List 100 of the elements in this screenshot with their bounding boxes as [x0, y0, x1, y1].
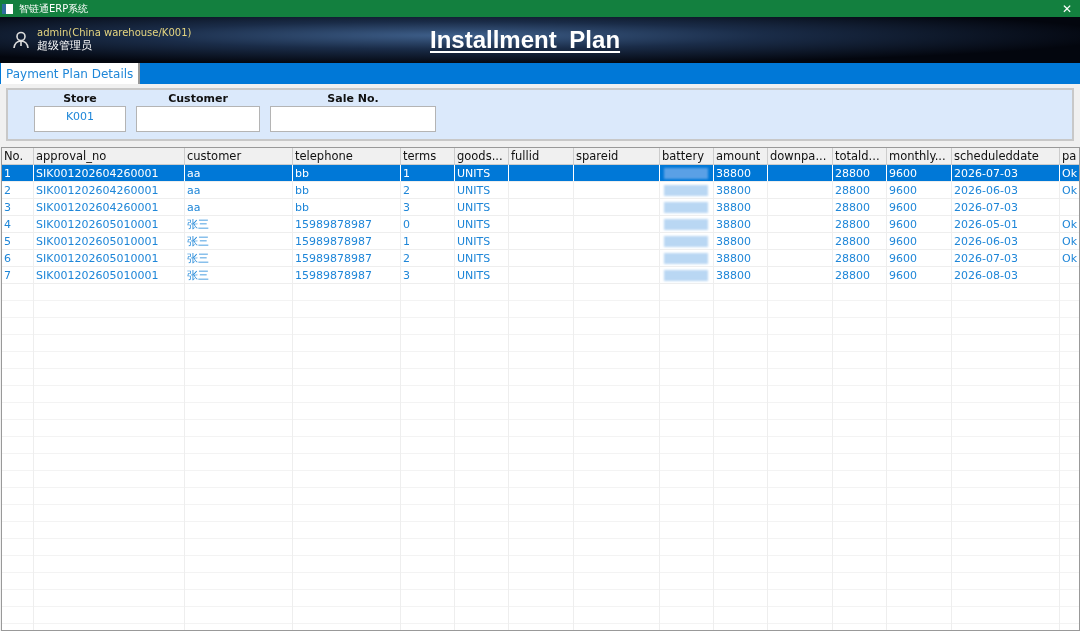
filter-label: Sale No.	[327, 92, 379, 105]
table-cell-text: 38800	[715, 216, 752, 232]
table-cell-text: 张三	[186, 233, 210, 249]
table-cell-text: 15989878987	[294, 250, 373, 266]
table-cell-text: 2	[402, 250, 411, 266]
blurred-value	[664, 269, 708, 281]
table-cell-text: 张三	[186, 250, 210, 266]
table-cell-text: aa	[186, 165, 202, 181]
user-name: admin(China warehouse/K001)	[37, 27, 192, 38]
table-cell-text: 3	[3, 199, 12, 215]
column-header[interactable]: totald...	[833, 148, 887, 165]
table-cell-text: UNITS	[456, 165, 492, 181]
table-cell-text: 3	[402, 199, 411, 215]
table-cell-text: 2026-05-01	[953, 216, 1019, 232]
user-icon	[12, 31, 30, 49]
column-header[interactable]: spareid	[574, 148, 660, 165]
app-icon	[2, 3, 13, 14]
table-row[interactable]: 6 SIK001202605010001 张三 15989878987 2 UNITS 38800 28800 9600 2026-07-03 Ok	[2, 250, 1079, 267]
table-cell-text: 38800	[715, 199, 752, 215]
blurred-value	[664, 201, 708, 213]
table-cell-text: 38800	[715, 250, 752, 266]
table-row[interactable]: 4 SIK001202605010001 张三 15989878987 0 UNITS 38800 28800 9600 2026-05-01 Ok	[2, 216, 1079, 233]
column-header[interactable]: battery	[660, 148, 714, 165]
table-cell-text: 28800	[834, 250, 871, 266]
table-cell-text: UNITS	[456, 250, 492, 266]
table-cell-text: SIK001202604260001	[35, 182, 160, 198]
column-header[interactable]: terms	[401, 148, 455, 165]
table-cell-text: 9600	[888, 165, 918, 181]
table-cell-text: 1	[402, 233, 411, 249]
table-cell-text: 1	[402, 165, 411, 181]
table-cell-text: 28800	[834, 267, 871, 283]
table-cell-text: 38800	[715, 182, 752, 198]
input-field[interactable]	[270, 106, 436, 132]
table-cell-text: 9600	[888, 216, 918, 232]
table-cell-text: Ok	[1061, 216, 1079, 232]
column-header[interactable]: telephone	[293, 148, 401, 165]
table-cell-text: 2026-06-03	[953, 182, 1019, 198]
table-cell-text: 15989878987	[294, 233, 373, 249]
table-cell-text: SIK001202605010001	[35, 267, 160, 283]
table-cell-text: 28800	[834, 165, 871, 181]
table-cell-text: 2026-06-03	[953, 233, 1019, 249]
table-row[interactable]: 3 SIK001202604260001 aa bb 3 UNITS 38800 28800 9600 2026-07-03	[2, 199, 1079, 216]
table-row[interactable]: 7 SIK001202605010001 张三 15989878987 3 UNITS 38800 28800 9600 2026-08-03	[2, 267, 1079, 284]
blurred-value	[664, 218, 708, 230]
table-cell-text: UNITS	[456, 216, 492, 232]
column-header[interactable]: No.	[2, 148, 34, 165]
table-cell-text: 2026-08-03	[953, 267, 1019, 283]
column-header[interactable]: downpa...	[768, 148, 833, 165]
input-field[interactable]	[136, 106, 260, 132]
table-cell-text: 6	[3, 250, 12, 266]
table-cell-text: Ok	[1061, 233, 1079, 249]
page-title: Installment Plan	[430, 26, 621, 54]
column-header[interactable]: approval_no	[34, 148, 185, 165]
table-cell-text: SIK001202604260001	[35, 199, 160, 215]
blurred-value	[664, 235, 708, 247]
column-header[interactable]: scheduleddate	[952, 148, 1060, 165]
filter-label: Customer	[168, 92, 228, 105]
table-cell-text: 2	[402, 182, 411, 198]
user-role: 超级管理员	[37, 38, 93, 53]
column-header[interactable]: monthly...	[887, 148, 952, 165]
blurred-value	[664, 167, 708, 179]
table-cell-text: SIK001202604260001	[35, 165, 160, 181]
table-cell-text: 28800	[834, 233, 871, 249]
table-cell-text: 9600	[888, 267, 918, 283]
column-header[interactable]: goods...	[455, 148, 509, 165]
table-cell-text: bb	[294, 165, 310, 181]
table-cell-text: 4	[3, 216, 12, 232]
table-cell-text: 张三	[186, 216, 210, 232]
table-cell-text: 9600	[888, 233, 918, 249]
table-row[interactable]: 1 SIK001202604260001 aa bb 1 UNITS 38800 28800 9600 2026-07-03 Ok	[2, 165, 1079, 182]
table-cell-text: 9600	[888, 199, 918, 215]
table-cell-text: 28800	[834, 216, 871, 232]
table-cell-text: aa	[186, 182, 202, 198]
table-cell-text: Ok	[1061, 182, 1079, 198]
table-cell-text: 5	[3, 233, 12, 249]
table-row[interactable]: 5 SIK001202605010001 张三 15989878987 1 UNITS 38800 28800 9600 2026-06-03 Ok	[2, 233, 1079, 250]
table-cell-text: 3	[402, 267, 411, 283]
column-header[interactable]: customer	[185, 148, 293, 165]
close-button[interactable]: ✕	[1057, 1, 1076, 16]
table-cell-text: 2026-07-03	[953, 199, 1019, 215]
column-header[interactable]: fullid	[509, 148, 574, 165]
table-cell-text: 38800	[715, 233, 752, 249]
table-cell-text: bb	[294, 182, 310, 198]
table-cell-text: 28800	[834, 182, 871, 198]
table-cell-text: UNITS	[456, 182, 492, 198]
blurred-value	[664, 252, 708, 264]
table-row[interactable]: 2 SIK001202604260001 aa bb 2 UNITS 38800 28800 9600 2026-06-03 Ok	[2, 182, 1079, 199]
column-header[interactable]: amount	[714, 148, 768, 165]
tab[interactable]: Payment Plan Details	[1, 63, 141, 84]
column-header[interactable]: pa	[1060, 148, 1079, 165]
table-cell-text: aa	[186, 199, 202, 215]
table-cell-text: 2026-07-03	[953, 250, 1019, 266]
table-cell-text: bb	[294, 199, 310, 215]
filter-label: Store	[63, 92, 97, 105]
table-cell-text: Ok	[1061, 250, 1079, 266]
table-cell-text: 28800	[834, 199, 871, 215]
table-cell-text: 9600	[888, 182, 918, 198]
blurred-value	[664, 184, 708, 196]
input-field[interactable]: K001	[34, 106, 126, 132]
table-cell-text: SIK001202605010001	[35, 216, 160, 232]
